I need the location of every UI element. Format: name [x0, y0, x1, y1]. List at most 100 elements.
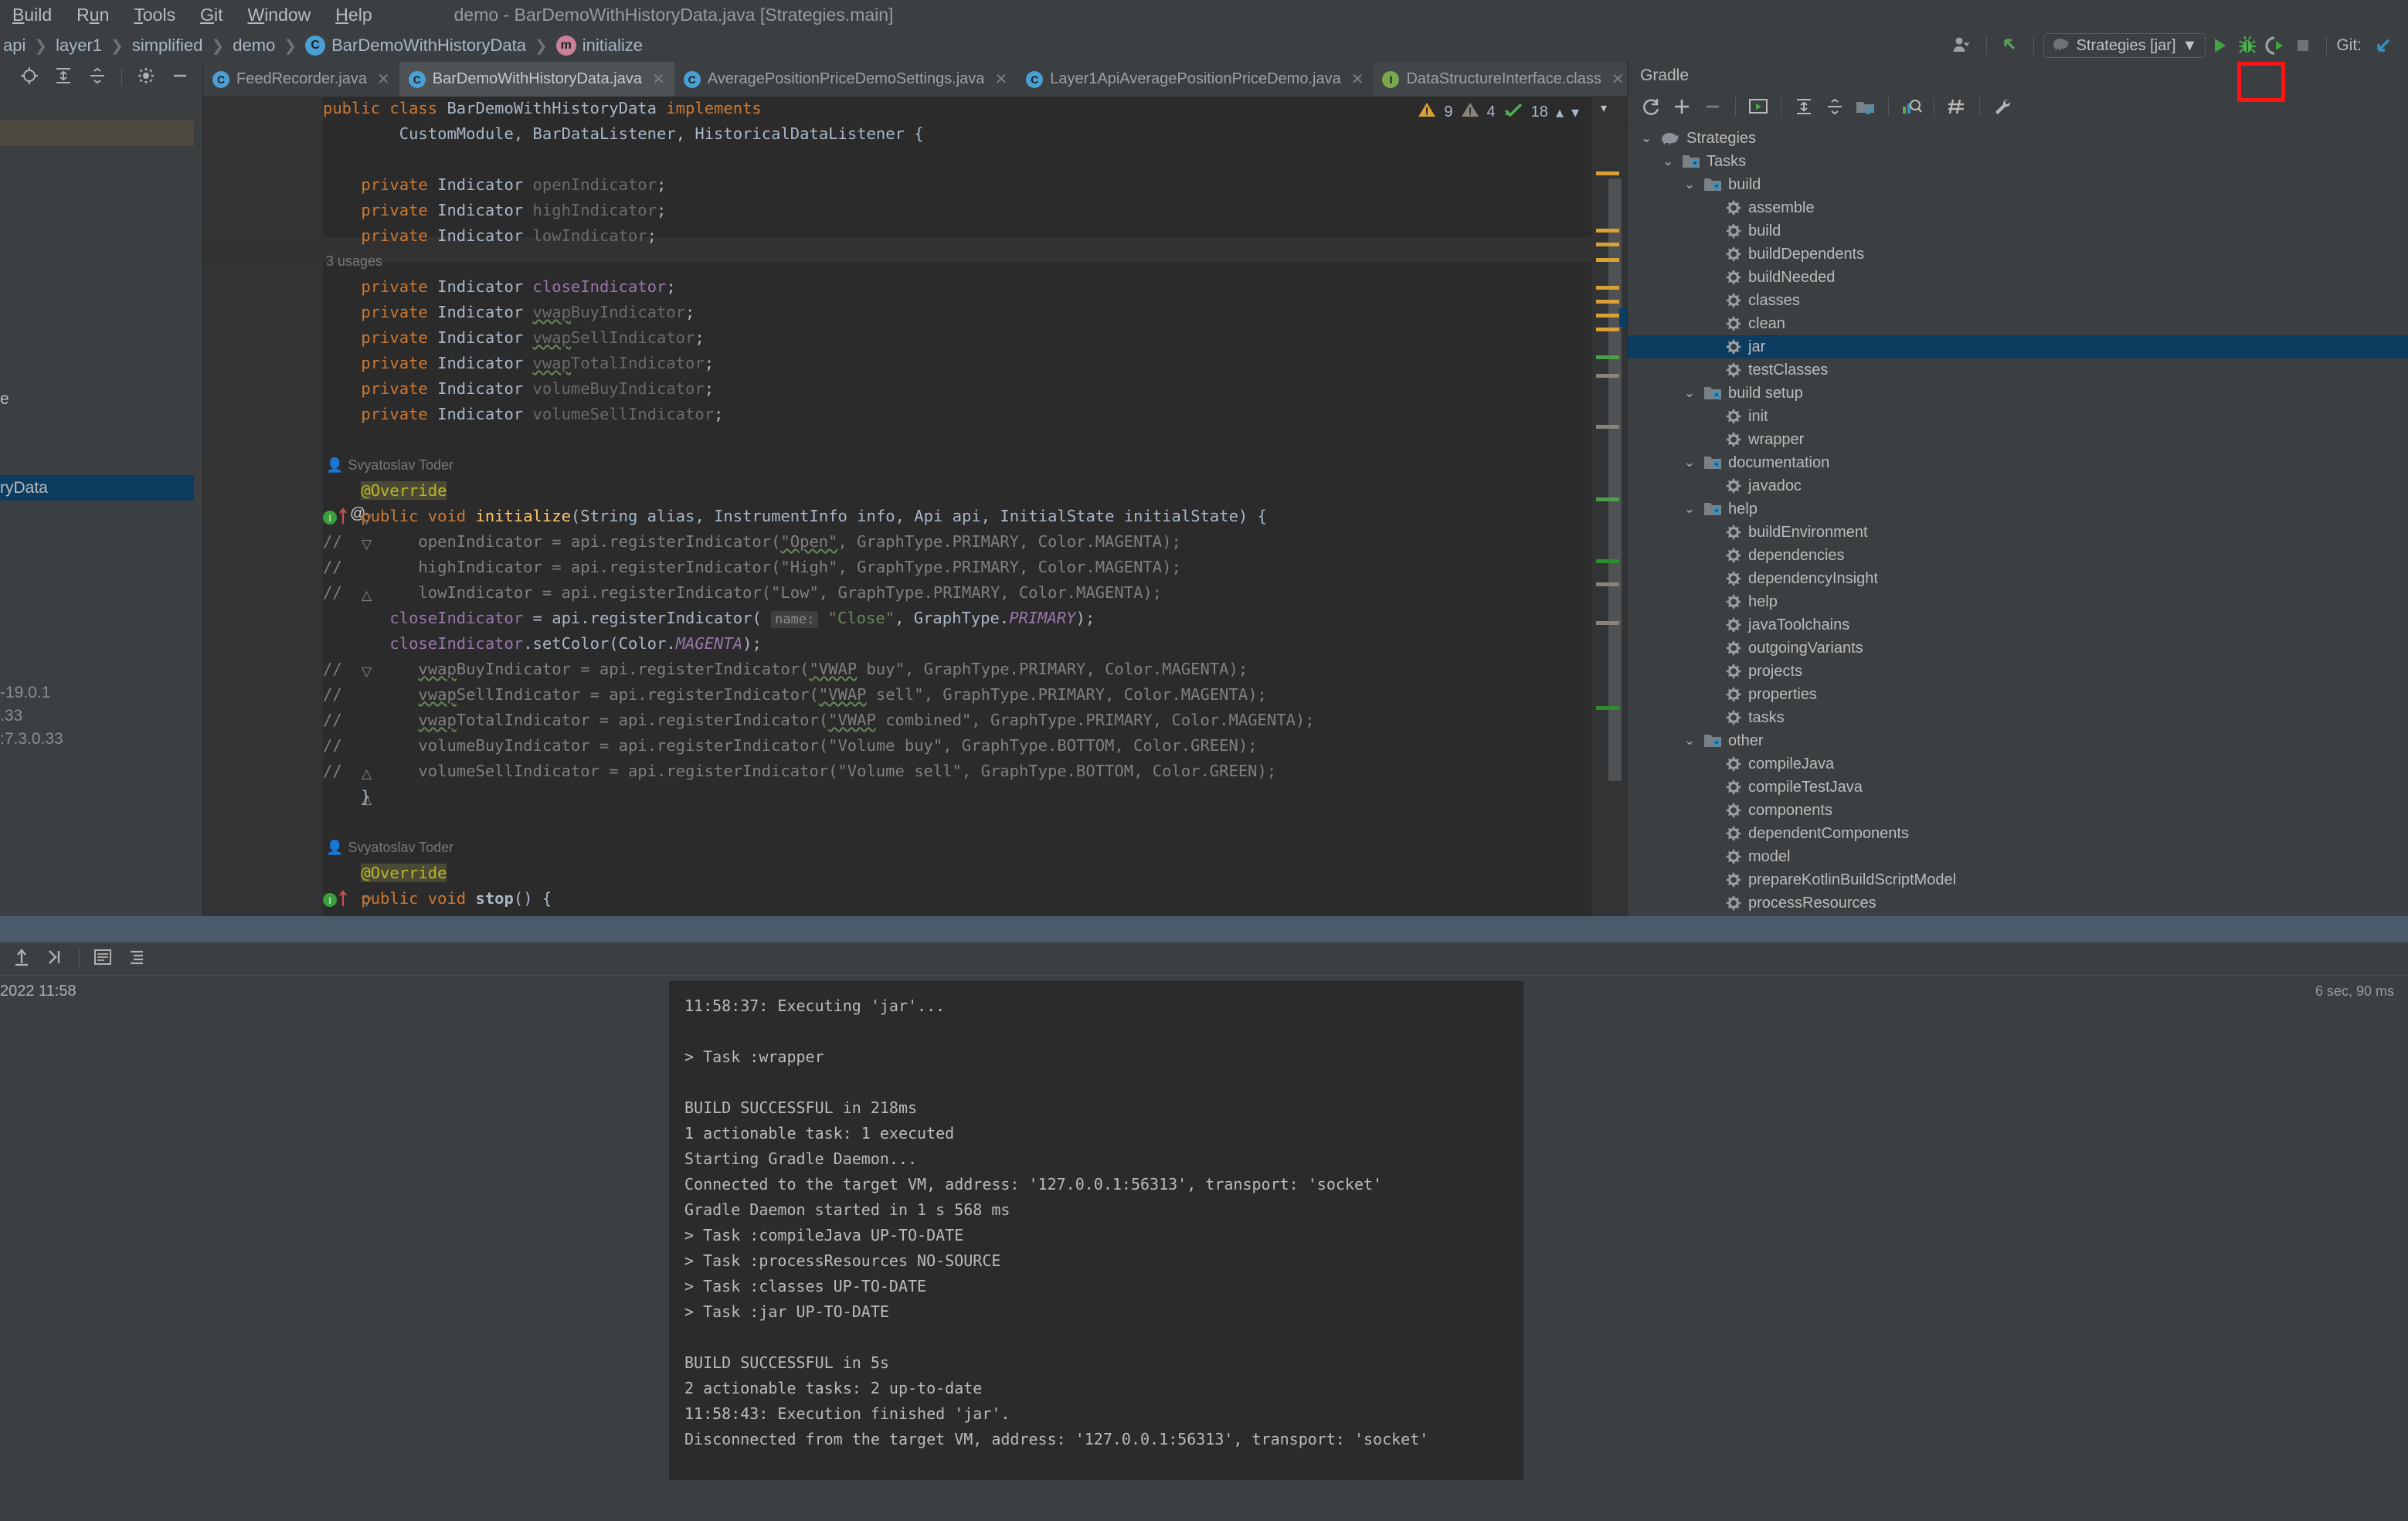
gradle-tree-node-classes[interactable]: classes: [1628, 289, 2408, 312]
warning-marker[interactable]: [1596, 314, 1619, 317]
gradle-tree-node-help[interactable]: help: [1628, 590, 2408, 613]
author-annotation[interactable]: 👤Svyatoslav Toder: [326, 454, 453, 476]
run-icon[interactable]: [2206, 32, 2233, 59]
tab-datastructureinterface[interactable]: I DataStructureInterface.class ✕: [1373, 62, 1633, 97]
update-project-icon[interactable]: [1996, 32, 2024, 59]
tab-averagepositionpricedemosettings[interactable]: C AveragePositionPriceDemoSettings.java …: [674, 62, 1017, 97]
gradle-tree-node-model[interactable]: model: [1628, 845, 2408, 868]
console-icon[interactable]: [92, 946, 114, 972]
chevron-down-icon[interactable]: ▾: [1571, 103, 1579, 122]
close-icon[interactable]: ✕: [1612, 70, 1625, 89]
gradle-tree-node-documentation[interactable]: ⌄documentation: [1628, 451, 2408, 474]
inspection-status-widget[interactable]: 9 4 18 ▴ ▾: [1410, 97, 1587, 127]
gradle-tree-node-properties[interactable]: properties: [1628, 683, 2408, 706]
breadcrumb-layer1[interactable]: layer1: [56, 36, 102, 56]
remove-icon[interactable]: [1697, 91, 1728, 122]
show-execution-chart-icon[interactable]: [1896, 91, 1927, 122]
build-tool-settings-icon[interactable]: [1987, 91, 2018, 122]
warning-marker[interactable]: [1596, 258, 1619, 262]
toggle-offline-icon[interactable]: [1941, 91, 1972, 122]
tab-feedrecorder[interactable]: C FeedRecorder.java ✕: [203, 62, 399, 97]
changed-line-marker[interactable]: [1596, 355, 1619, 359]
gradle-tree-node-build[interactable]: build: [1628, 219, 2408, 243]
gradle-tree-node-projects[interactable]: projects: [1628, 660, 2408, 683]
occurrence-marker[interactable]: [1596, 425, 1619, 429]
gradle-tree-node-builddependents[interactable]: buildDependents: [1628, 243, 2408, 266]
gradle-tree-node-dependentcomponents[interactable]: dependentComponents: [1628, 822, 2408, 845]
rerun-icon[interactable]: [11, 946, 32, 972]
user-avatar-icon[interactable]: [1949, 32, 1977, 59]
menu-git[interactable]: Git: [188, 0, 235, 29]
skip-to-icon[interactable]: [45, 946, 66, 972]
menu-window[interactable]: Window: [235, 0, 323, 29]
expand-all-icon[interactable]: [53, 66, 73, 90]
close-icon[interactable]: ✕: [994, 70, 1007, 89]
menu-build[interactable]: Build: [0, 0, 64, 29]
tree-view-icon[interactable]: [126, 946, 148, 972]
gradle-tree-node-clean[interactable]: clean: [1628, 312, 2408, 335]
gradle-tree-node-dependencies[interactable]: dependencies: [1628, 544, 2408, 567]
gradle-tree-node-tasks[interactable]: tasks: [1628, 706, 2408, 729]
gradle-tree-node-jar[interactable]: jar: [1628, 335, 2408, 358]
code-editor[interactable]: 24 25 26 27 28 29 30 31 32 33 34 35 36 3…: [203, 97, 1627, 916]
code-text-area[interactable]: public class BarDemoWithHistoryData impl…: [323, 97, 1627, 916]
close-icon[interactable]: ✕: [377, 70, 390, 89]
gradle-tree-node-buildneeded[interactable]: buildNeeded: [1628, 266, 2408, 289]
breadcrumb-api[interactable]: api: [3, 36, 25, 56]
gradle-tree-node-outgoingvariants[interactable]: outgoingVariants: [1628, 637, 2408, 660]
changed-line-marker[interactable]: [1596, 706, 1619, 710]
gradle-tree-node-help[interactable]: ⌄help: [1628, 497, 2408, 521]
changed-line-marker[interactable]: [1596, 497, 1619, 501]
gradle-tree-node-javatoolchains[interactable]: javaToolchains: [1628, 613, 2408, 637]
run-task-icon[interactable]: [1743, 91, 1774, 122]
run-configuration-selector[interactable]: Strategies [jar] ▼: [2043, 33, 2206, 58]
refresh-icon[interactable]: [1635, 91, 1666, 122]
gradle-tree-node-wrapper[interactable]: wrapper: [1628, 428, 2408, 451]
stop-icon[interactable]: [2289, 32, 2317, 59]
usages-annotation[interactable]: 3 usages: [326, 250, 382, 272]
chevron-down-icon[interactable]: ⌄: [1639, 131, 1654, 146]
warning-marker[interactable]: [1596, 171, 1619, 175]
close-icon[interactable]: ✕: [1351, 70, 1364, 89]
gradle-tree-node-testclasses[interactable]: testClasses: [1628, 358, 2408, 382]
warning-marker[interactable]: [1596, 243, 1619, 246]
occurrence-marker[interactable]: [1596, 582, 1619, 586]
editor-marker-strip[interactable]: ▾: [1591, 97, 1627, 916]
gradle-tree-node-javadoc[interactable]: javadoc: [1628, 474, 2408, 497]
chevron-down-icon[interactable]: ⌄: [1682, 177, 1697, 192]
git-update-icon[interactable]: [2369, 32, 2397, 59]
settings-gear-icon[interactable]: [136, 66, 156, 90]
gradle-tree-node-preparekotlinbuildscriptmodel[interactable]: prepareKotlinBuildScriptModel: [1628, 868, 2408, 891]
gradle-tree-node-compilejava[interactable]: compileJava: [1628, 752, 2408, 776]
add-icon[interactable]: [1666, 91, 1697, 122]
gradle-tree-node-other[interactable]: ⌄other: [1628, 729, 2408, 752]
tab-bardemowithhistorydata[interactable]: C BarDemoWithHistoryData.java ✕: [399, 62, 674, 97]
occurrence-marker[interactable]: [1596, 621, 1619, 625]
project-tree-row[interactable]: -19.0.1: [0, 680, 194, 705]
gradle-tree-node-build-setup[interactable]: ⌄build setup: [1628, 382, 2408, 405]
project-tree-row-selected[interactable]: ryData: [0, 475, 194, 501]
collapse-all-icon[interactable]: [1819, 91, 1850, 122]
chevron-down-icon[interactable]: ⌄: [1682, 455, 1697, 470]
project-tree-row[interactable]: .33: [0, 703, 194, 728]
hide-panel-icon[interactable]: [170, 66, 190, 90]
breadcrumb-simplified[interactable]: simplified: [132, 36, 203, 56]
locate-icon[interactable]: [19, 66, 39, 90]
chevron-down-icon[interactable]: ⌄: [1660, 154, 1676, 169]
panel-resize-bar[interactable]: [0, 916, 2408, 942]
project-tree-row[interactable]: :7.3.0.33: [0, 726, 194, 752]
occurrence-marker[interactable]: [1596, 374, 1619, 378]
gradle-task-tree[interactable]: ⌄Strategies⌄Tasks⌄buildassemblebuildbuil…: [1628, 124, 2408, 915]
debug-bug-icon[interactable]: [2233, 32, 2261, 59]
changed-line-marker[interactable]: [1596, 559, 1619, 563]
gradle-tree-node-tasks[interactable]: ⌄Tasks: [1628, 150, 2408, 173]
warning-marker[interactable]: [1596, 328, 1619, 331]
toggle-tasks-grouping-icon[interactable]: [1850, 91, 1881, 122]
chevron-down-icon[interactable]: ▾: [1601, 100, 1607, 116]
breadcrumb-class[interactable]: BarDemoWithHistoryData: [331, 36, 526, 56]
gradle-tree-node-strategies[interactable]: ⌄Strategies: [1628, 127, 2408, 150]
project-tree-row[interactable]: e: [0, 386, 194, 412]
gradle-tree-node-processresources[interactable]: processResources: [1628, 891, 2408, 915]
project-tree-row[interactable]: [0, 121, 194, 146]
breadcrumb-demo[interactable]: demo: [233, 36, 275, 56]
